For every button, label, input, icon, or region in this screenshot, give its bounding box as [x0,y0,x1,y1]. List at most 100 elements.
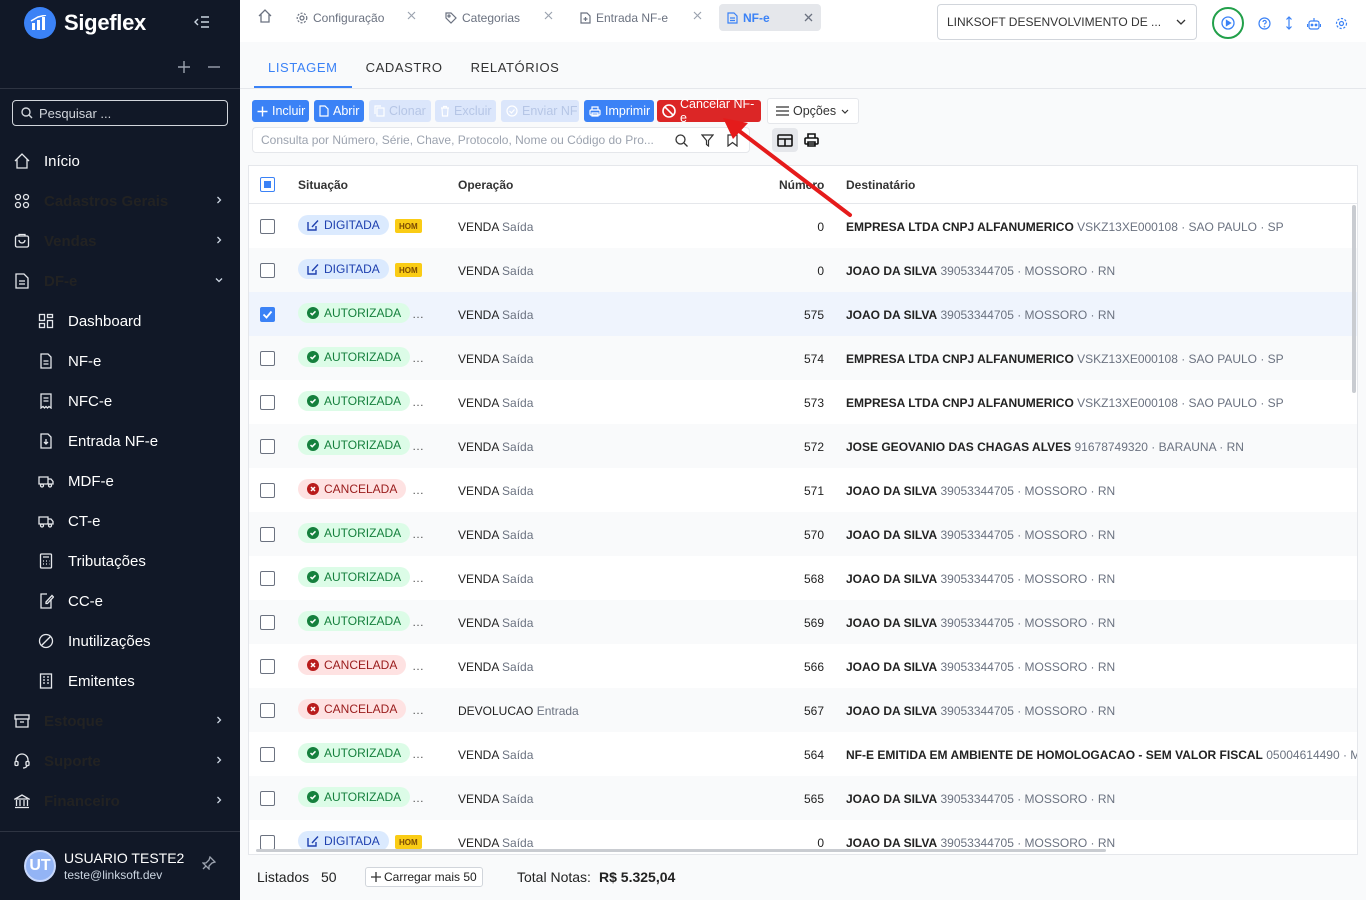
col-situacao[interactable]: Situação [298,178,348,192]
sidebar-item-cadastros-gerais[interactable]: Cadastros Gerais [0,181,240,221]
sidebar-item-dashboard[interactable]: Dashboard [0,301,240,341]
row-checkbox[interactable] [260,659,275,674]
sidebar-item-estoque[interactable]: Estoque [0,701,240,741]
robot-icon[interactable] [1307,17,1321,30]
home-icon[interactable] [258,9,272,23]
excluir-button[interactable]: Excluir [435,100,496,122]
subtab-relatorios[interactable]: RELATÓRIOS [457,56,574,88]
table-row[interactable]: CANCELADA … VENDA Saída 571 JOAO DA SILVA 39… [249,468,1357,512]
sidebar-item-financeiro[interactable]: Financeiro [0,781,240,821]
sidebar-item-vendas[interactable]: Vendas [0,221,240,261]
tab-configuracao[interactable]: Configuração [288,4,422,31]
table-row[interactable]: AUTORIZADA … VENDA Saída 570 JOAO DA SILVA 3… [249,512,1357,556]
horizontal-scrollbar[interactable] [256,849,1106,852]
row-checkbox[interactable] [260,483,275,498]
sidebar-item-tributacoes[interactable]: Tributações [0,541,240,581]
vertical-scrollbar[interactable] [1352,205,1356,393]
x-circle-icon [307,703,319,715]
table-row[interactable]: AUTORIZADA … VENDA Saída 573 EMPRESA LTDA CN… [249,380,1357,424]
table-row[interactable]: AUTORIZADA … VENDA Saída 575 JOAO DA SILVA 3… [249,292,1357,336]
select-all-checkbox[interactable] [260,177,275,192]
sidebar-item-label: Emitentes [68,672,135,690]
gear-icon[interactable] [1335,17,1348,30]
expand-all-icon[interactable] [178,61,190,73]
sidebar-item-emitentes[interactable]: Emitentes [0,661,240,701]
sidebar-search-input[interactable] [39,105,219,121]
row-checkbox[interactable] [260,747,275,762]
tag-icon [445,11,457,24]
row-checkbox[interactable] [260,263,275,278]
table-row[interactable]: AUTORIZADA … VENDA Saída 572 JOSE GEOVANIO D… [249,424,1357,468]
search-icon[interactable] [675,134,688,147]
close-icon[interactable] [804,13,813,22]
sidebar-item-inutilizacoes[interactable]: Inutilizações [0,621,240,661]
row-checkbox[interactable] [260,703,275,718]
filter-icon[interactable] [701,134,714,147]
operacao-value: VENDA [458,308,499,322]
company-select[interactable]: LINKSOFT DESENVOLVIMENTO DE ... [937,4,1197,40]
help-icon[interactable] [1258,16,1271,30]
table-row[interactable]: CANCELADA … DEVOLUCAO Entrada 567 JOAO DA SI… [249,688,1357,732]
tab-entrada-nfe[interactable]: Entrada NF-e [572,4,708,31]
subtab-cadastro[interactable]: CADASTRO [352,56,457,88]
table-row[interactable]: DIGITADA HOM VENDA Saída 0 EMPRESA LTDA CNPJ… [249,204,1357,248]
sidebar-item-cc-e[interactable]: CC-e [0,581,240,621]
col-numero[interactable]: Número [779,178,824,192]
tab-nfe[interactable]: NF-e [719,4,821,31]
enviar-nf-button[interactable]: Enviar NF [501,100,579,122]
operacao-cell: VENDA Saída [458,748,533,762]
status-text: AUTORIZADA [324,394,402,408]
table-row[interactable]: AUTORIZADA … VENDA Saída 565 JOAO DA SILVA 3… [249,776,1357,820]
close-icon[interactable] [407,11,416,20]
incluir-button[interactable]: Incluir [252,100,309,122]
subtab-listagem[interactable]: LISTAGEM [254,56,352,88]
col-operacao[interactable]: Operação [458,178,513,192]
col-destinatario[interactable]: Destinatário [846,178,915,192]
sidebar-item-nf-e[interactable]: NF-e [0,341,240,381]
collapse-all-icon[interactable] [208,61,220,73]
sidebar-item-nfc-e[interactable]: NFC-e [0,381,240,421]
avatar[interactable]: UT [24,850,56,882]
opcoes-button[interactable]: Opções [767,98,859,124]
sidebar-item-suporte[interactable]: Suporte [0,741,240,781]
bookmark-icon[interactable] [727,134,738,147]
sidebar-item-inicio[interactable]: Início [0,141,240,181]
sidebar-item-ct-e[interactable]: CT-e [0,501,240,541]
table-row[interactable]: AUTORIZADA … VENDA Saída 564 NF-E EMITIDA EM… [249,732,1357,776]
abrir-button[interactable]: Abrir [314,100,364,122]
table-row[interactable]: CANCELADA … VENDA Saída 566 JOAO DA SILVA 39… [249,644,1357,688]
sidebar-item-df-e[interactable]: DF-e [0,261,240,301]
table-row[interactable]: AUTORIZADA … VENDA Saída 569 JOAO DA SILVA 3… [249,600,1357,644]
close-icon[interactable] [693,11,702,20]
table-view-icon[interactable] [772,128,798,152]
table-row[interactable]: AUTORIZADA … VENDA Saída 574 EMPRESA LTDA CN… [249,336,1357,380]
collapse-sidebar-icon[interactable] [194,14,210,30]
query-input[interactable] [261,133,669,147]
row-checkbox[interactable] [260,527,275,542]
row-checkbox[interactable] [260,395,275,410]
table-row[interactable]: AUTORIZADA … VENDA Saída 568 JOAO DA SILVA 3… [249,556,1357,600]
tab-categorias[interactable]: Categorias [437,4,559,31]
imprimir-button[interactable]: Imprimir [584,100,654,122]
row-checkbox[interactable] [260,439,275,454]
row-checkbox[interactable] [260,615,275,630]
resize-vertical-icon[interactable] [1285,16,1293,30]
destinatario-nome: JOAO DA SILVA [846,792,938,806]
row-checkbox[interactable] [260,835,275,850]
print-view-icon[interactable] [798,128,824,152]
sidebar-item-entrada-nf-e[interactable]: Entrada NF-e [0,421,240,461]
close-icon[interactable] [544,11,553,20]
row-checkbox[interactable] [260,307,275,322]
pin-icon[interactable] [202,856,216,870]
table-row[interactable]: DIGITADA HOM VENDA Saída 0 JOAO DA SILVA 390… [249,248,1357,292]
gear-icon [296,12,308,24]
row-checkbox[interactable] [260,791,275,806]
row-checkbox[interactable] [260,571,275,586]
sidebar-item-mdf-e[interactable]: MDF-e [0,461,240,501]
row-checkbox[interactable] [260,219,275,234]
load-more-button[interactable]: Carregar mais 50 [365,867,483,887]
cancelar-nfe-button[interactable]: Cancelar NF-e [657,97,761,125]
row-checkbox[interactable] [260,351,275,366]
play-circle-icon[interactable] [1212,7,1244,39]
clonar-button[interactable]: Clonar [369,100,431,122]
